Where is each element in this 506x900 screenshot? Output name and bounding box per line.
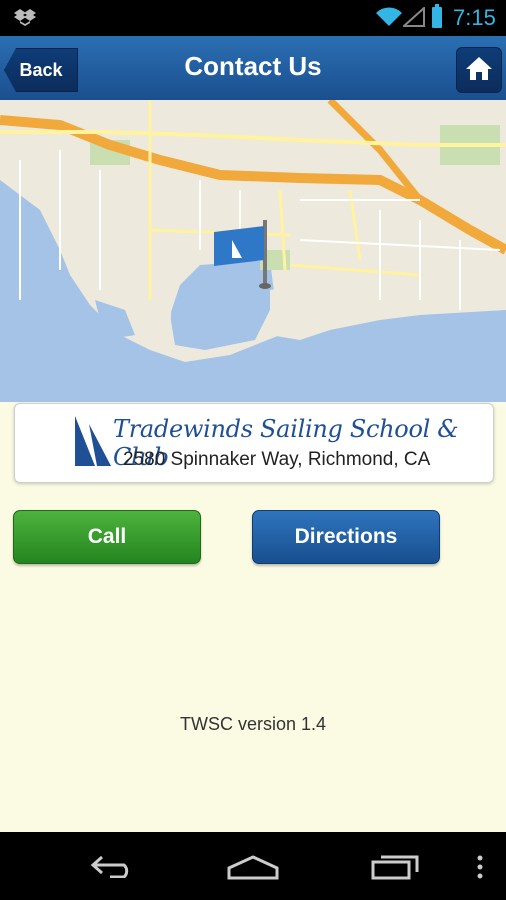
location-map[interactable]	[0, 100, 506, 402]
battery-icon	[432, 4, 442, 28]
version-text: TWSC version 1.4	[179, 714, 327, 734]
page-title: Contact Us	[184, 51, 322, 81]
back-nav-icon[interactable]	[90, 854, 138, 878]
recent-apps-icon[interactable]	[371, 854, 421, 880]
call-button[interactable]: Call	[13, 510, 201, 564]
address-text: 2580 Spinnaker Way, Richmond, CA	[123, 449, 431, 470]
signal-icon	[401, 5, 425, 32]
title-bar: Back Contact Us	[0, 36, 506, 101]
home-nav-icon[interactable]	[227, 854, 279, 880]
status-bar: 7:15	[0, 0, 506, 36]
navigation-bar	[0, 832, 506, 900]
contact-card: Tradewinds Sailing School & Club 2580 Sp…	[14, 403, 494, 483]
dropbox-icon	[14, 6, 36, 33]
status-time: 7:15	[453, 5, 496, 30]
menu-icon[interactable]	[476, 854, 484, 880]
directions-button[interactable]: Directions	[252, 510, 440, 564]
home-button[interactable]	[456, 47, 502, 93]
wifi-icon	[376, 7, 402, 32]
home-icon	[465, 55, 493, 86]
sail-logo-icon	[73, 414, 113, 475]
